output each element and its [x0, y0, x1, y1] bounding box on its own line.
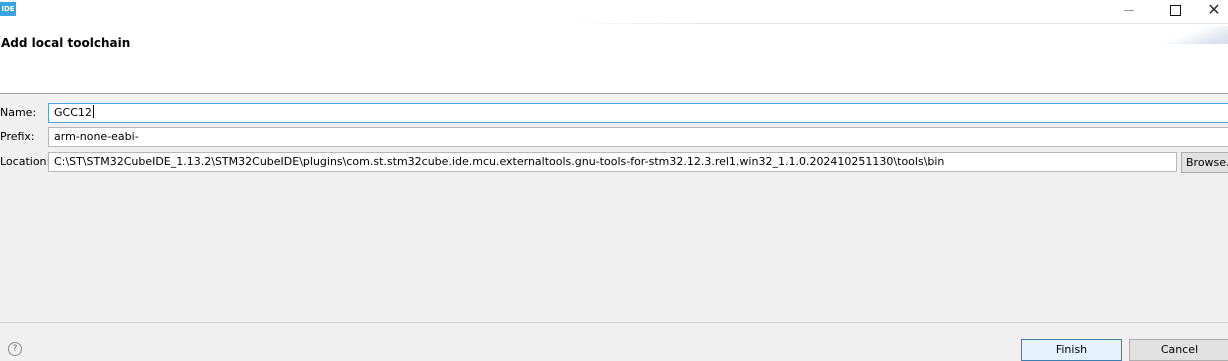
- help-icon[interactable]: ?: [8, 342, 22, 356]
- prefix-label: Prefix:: [0, 130, 35, 143]
- prefix-field[interactable]: arm-none-eabi-: [48, 127, 1228, 147]
- close-button[interactable]: ✕: [1198, 0, 1228, 20]
- minimize-button[interactable]: [1113, 0, 1145, 20]
- name-label: Name:: [0, 106, 37, 119]
- maximize-button[interactable]: [1159, 0, 1191, 20]
- cancel-button[interactable]: Cancel: [1129, 339, 1228, 361]
- dialog-header: IDE ✕ Add local toolchain: [0, 0, 1228, 94]
- location-field-value: C:\ST\STM32CubeIDE_1.13.2\STM32CubeIDE\p…: [54, 155, 945, 168]
- dialog-title: Add local toolchain: [1, 36, 131, 50]
- close-icon: ✕: [1207, 0, 1221, 19]
- prefix-field-value: arm-none-eabi-: [54, 130, 139, 143]
- header-banner-graphic: [1140, 26, 1228, 44]
- app-icon: IDE: [0, 2, 16, 16]
- text-caret: [92, 105, 94, 118]
- location-label: Location:: [0, 155, 51, 168]
- browse-button[interactable]: Browse...: [1181, 152, 1228, 173]
- location-field[interactable]: C:\ST\STM32CubeIDE_1.13.2\STM32CubeIDE\p…: [48, 152, 1177, 172]
- name-field[interactable]: GCC12: [48, 103, 1228, 123]
- footer-divider: [0, 322, 1228, 323]
- minimize-icon: [1124, 9, 1134, 11]
- header-divider: [568, 23, 1228, 24]
- maximize-icon: [1169, 4, 1181, 16]
- name-field-value: GCC12: [54, 106, 92, 119]
- finish-button[interactable]: Finish: [1021, 339, 1122, 361]
